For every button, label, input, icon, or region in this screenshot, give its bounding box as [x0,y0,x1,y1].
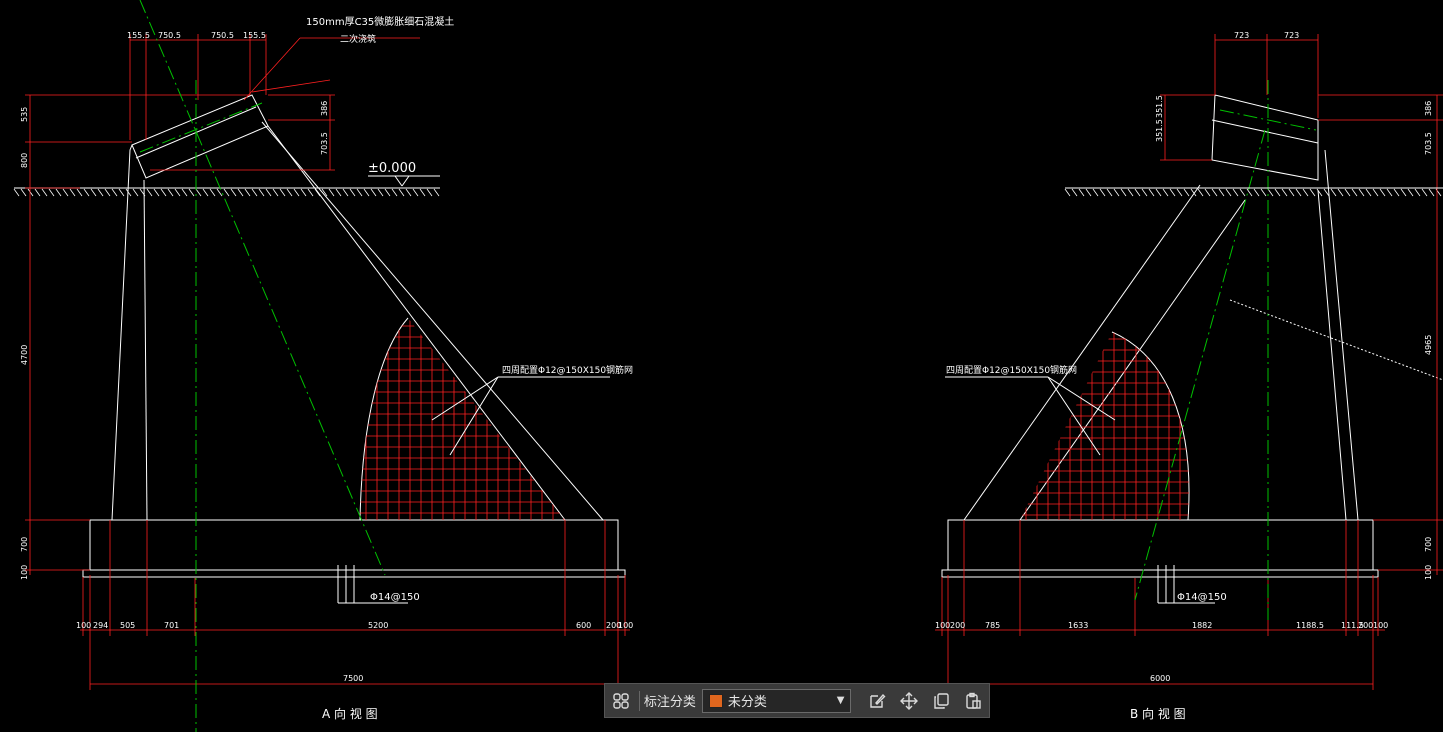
dim-a-top-0: 155.5 [127,31,150,40]
dim-b-right-0: 386 [1424,101,1433,116]
dim-a-bottom-5: 600 [576,621,591,630]
note-concrete-2: 二次浇筑 [340,33,376,45]
category-select-value: 未分类 [727,695,767,710]
grid-icon[interactable] [605,684,637,717]
dim-a-total: 7500 [343,674,363,683]
chevron-down-icon: ▼ [836,695,845,706]
dim-b-bottom-5: 1188.5 [1296,621,1324,630]
dim-a-left-3: 700 [20,537,29,552]
dim-a-left-4: 100 [20,565,29,580]
dim-b-bottom-0: 100 [935,621,950,630]
copy-icon[interactable] [925,684,957,717]
toolbar-divider [638,690,640,711]
annotation-toolbar: 标注分类 未分类 ▼ [604,683,990,718]
dim-b-bottom-4: 1882 [1192,621,1212,630]
dim-a-top-2: 750.5 [211,31,234,40]
dim-b-bottom-3: 1633 [1068,621,1088,630]
annotation-category-label: 标注分类 [643,695,696,710]
category-color-swatch [708,693,723,708]
dim-a-right-1: 703.5 [320,132,329,155]
dim-b-bottom-1: 200 [950,621,965,630]
rebar-label-a: Φ14@150 [370,592,420,603]
dim-b-top-0: 723 [1234,31,1249,40]
view-a-title: A 向 视 图 [322,706,378,721]
rebar-label-b: Φ14@150 [1177,592,1227,603]
dim-b-bottom-2: 785 [985,621,1000,630]
dim-b-right-2: 4965 [1424,335,1433,355]
dim-b-right-4: 100 [1424,565,1433,580]
dim-b-left-0: 351.5 [1155,119,1164,142]
dim-a-bottom-4: 5200 [368,621,388,630]
move-icon[interactable] [893,684,925,717]
dim-a-bottom-3: 701 [164,621,179,630]
note-concrete: 150mm厚C35微膨胀细石混凝土 [306,15,454,28]
dim-a-left-2: 4700 [20,345,29,365]
annotation-category-select[interactable]: 未分类 ▼ [701,688,852,713]
dim-b-total: 6000 [1150,674,1170,683]
note-rebar-b: 四周配置Φ12@150X150钢筋网 [946,364,1077,376]
dim-b-right-1: 703.5 [1424,132,1433,155]
dim-b-left-1: 351.5 [1155,95,1164,118]
dim-a-left-0: 535 [20,107,29,122]
dim-b-right-3: 700 [1424,537,1433,552]
dim-a-bottom-2: 505 [120,621,135,630]
dim-a-right-0: 386 [320,101,329,116]
elevation-label: ±0.000 [368,161,416,176]
dim-b-bottom-8: 100 [1373,621,1388,630]
dim-a-bottom-0: 100 [76,621,91,630]
dim-a-left-1: 800 [20,153,29,168]
dim-b-bottom-7: 200 [1358,621,1373,630]
cad-drawing-canvas[interactable]: 150mm厚C35微膨胀细石混凝土 二次浇筑 ±0.000 四周配置Φ12@15… [0,0,1443,732]
dim-a-bottom-7: 100 [618,621,633,630]
paste-icon[interactable] [957,684,989,717]
dim-a-top-1: 750.5 [158,31,181,40]
edit-icon[interactable] [861,684,893,717]
dim-a-top-3: 155.5 [243,31,266,40]
note-rebar-a: 四周配置Φ12@150X150钢筋网 [502,364,633,376]
dim-b-top-1: 723 [1284,31,1299,40]
dim-a-bottom-1: 294 [93,621,108,630]
view-b-title: B 向 视 图 [1130,706,1186,721]
